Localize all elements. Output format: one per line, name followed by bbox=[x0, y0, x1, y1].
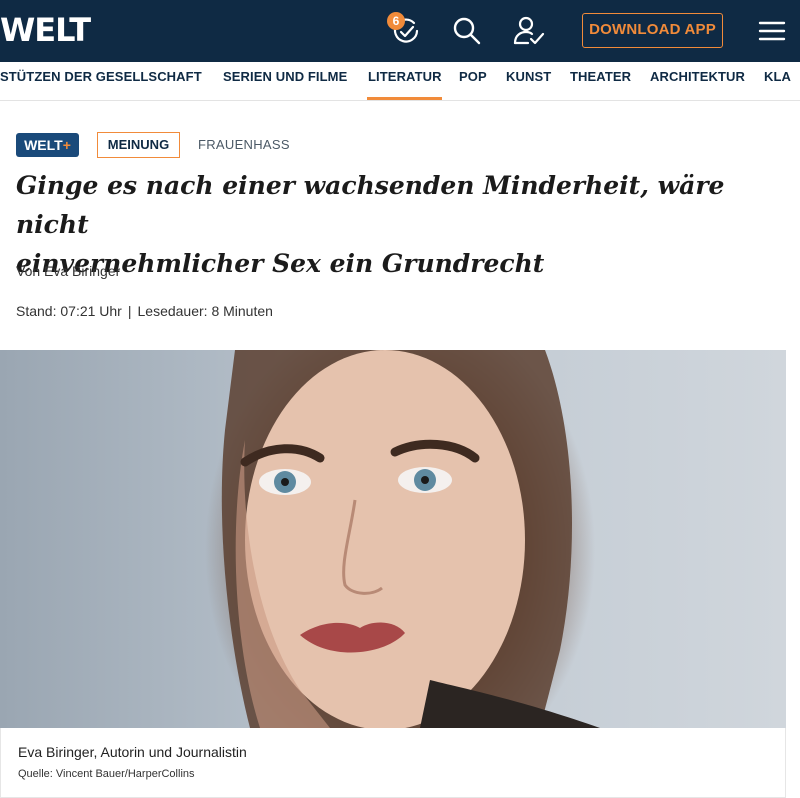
article-byline[interactable]: Von Eva Biringer bbox=[16, 263, 120, 279]
portrait-illustration bbox=[221, 350, 600, 728]
nav-item-literatur[interactable]: LITERATUR bbox=[368, 69, 442, 84]
search-icon[interactable] bbox=[450, 14, 484, 48]
image-caption-box: Eva Biringer, Autorin und Journalistin Q… bbox=[0, 728, 786, 798]
notification-badge: 6 bbox=[387, 12, 405, 30]
nav-item-klassik[interactable]: KLA bbox=[764, 69, 791, 84]
welt-plus-badge-plus: + bbox=[62, 137, 71, 153]
left-pupil bbox=[281, 478, 289, 486]
category-badge[interactable]: MEINUNG bbox=[97, 132, 180, 158]
timestamp: Stand: 07:21 Uhr bbox=[16, 303, 122, 319]
right-pupil bbox=[421, 476, 429, 484]
hamburger-menu-icon[interactable] bbox=[756, 15, 788, 47]
nav-item-pop[interactable]: POP bbox=[459, 69, 487, 84]
user-icon[interactable] bbox=[512, 14, 546, 48]
nav-item-architektur[interactable]: ARCHITEKTUR bbox=[650, 69, 745, 84]
reading-time: Lesedauer: 8 Minuten bbox=[137, 303, 273, 319]
image-caption: Eva Biringer, Autorin und Journalistin bbox=[18, 744, 247, 760]
welt-plus-badge-text: WELT bbox=[24, 137, 63, 153]
meta-separator: | bbox=[127, 303, 132, 319]
welt-plus-badge[interactable]: WELT+ bbox=[16, 133, 79, 157]
nav-item-theater[interactable]: THEATER bbox=[570, 69, 631, 84]
active-tab-indicator bbox=[367, 97, 442, 100]
nav-item-stuetzen[interactable]: STÜTZEN DER GESELLSCHAFT bbox=[0, 69, 202, 84]
headline-line-1: Ginge es nach einer wachsenden Minderhei… bbox=[16, 171, 725, 239]
top-header: WELT 6 DOWNLOAD APP bbox=[0, 0, 800, 62]
welt-logo[interactable]: WELT bbox=[0, 10, 91, 50]
hero-photo[interactable] bbox=[0, 350, 786, 728]
nav-item-kunst[interactable]: KUNST bbox=[506, 69, 551, 84]
topic-label[interactable]: FRAUENHASS bbox=[198, 137, 290, 152]
nav-item-serien-und-filme[interactable]: SERIEN UND FILME bbox=[223, 69, 347, 84]
article-headline: Ginge es nach einer wachsenden Minderhei… bbox=[16, 166, 776, 283]
article-meta-line: Stand: 07:21 Uhr | Lesedauer: 8 Minuten bbox=[16, 303, 273, 319]
image-credit: Quelle: Vincent Bauer/HarperCollins bbox=[18, 768, 195, 780]
section-nav: STÜTZEN DER GESELLSCHAFT SERIEN UND FILM… bbox=[0, 62, 800, 101]
download-app-button[interactable]: DOWNLOAD APP bbox=[582, 13, 723, 48]
